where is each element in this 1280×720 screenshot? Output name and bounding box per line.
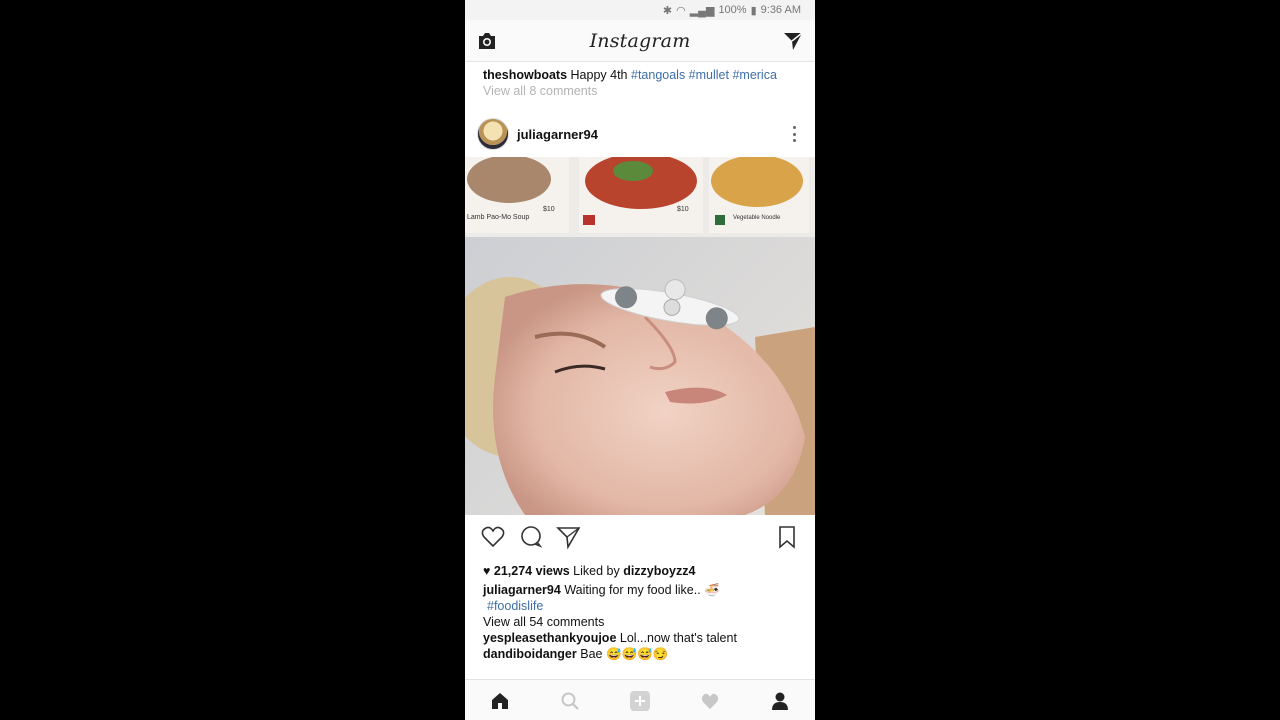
avatar[interactable] [477, 118, 509, 150]
previous-post-hashtags[interactable]: #tangoals #mullet #merica [631, 68, 777, 82]
battery-icon: ▮ [750, 4, 757, 17]
status-bar: ✱ ◠ ▂▄▆ 100% ▮ 9:36 AM [465, 0, 815, 20]
clock: 9:36 AM [760, 4, 801, 16]
comment-icon[interactable] [518, 524, 544, 550]
views-count[interactable]: 21,274 views [494, 564, 570, 578]
post-actions [465, 520, 815, 552]
more-options-icon[interactable] [793, 126, 797, 142]
bookmark-icon[interactable] [774, 524, 800, 550]
post-username[interactable]: juliagarner94 [517, 127, 598, 142]
caption-hashtag-row: #foodislife [487, 599, 807, 613]
caption-username[interactable]: juliagarner94 [483, 583, 561, 597]
view-all-comments[interactable]: View all 54 comments [483, 615, 803, 629]
previous-post-username[interactable]: theshowboats [483, 68, 567, 82]
wifi-icon: ◠ [676, 4, 686, 17]
top-bar: Instagram [465, 20, 815, 62]
camera-icon[interactable] [475, 29, 499, 53]
previous-post-text: Happy 4th [570, 68, 628, 82]
comment-text: Lol...now that's talent [619, 631, 737, 645]
comment-username[interactable]: dandiboidanger [483, 647, 577, 661]
home-icon[interactable] [485, 686, 515, 716]
menu-label: Vegetable Noodle [733, 215, 781, 221]
instagram-logo: Instagram [589, 29, 691, 52]
bottom-nav [465, 679, 815, 720]
search-icon[interactable] [555, 686, 585, 716]
signal-icon: ▂▄▆ [689, 4, 715, 17]
caption-hashtag[interactable]: #foodislife [487, 599, 543, 613]
like-heart-icon[interactable] [480, 524, 506, 550]
views-heart-icon: ♥ [483, 564, 491, 578]
comment-item: dandiboidanger Bae 😅😅😅😏 [483, 647, 803, 662]
profile-icon[interactable] [765, 686, 795, 716]
share-icon[interactable] [556, 524, 582, 550]
post-caption: juliagarner94 Waiting for my food like..… [483, 583, 803, 598]
paper-plane-icon[interactable] [781, 29, 805, 53]
menu-price: $10 [677, 206, 689, 213]
add-icon[interactable] [625, 686, 655, 716]
comment-text: Bae 😅😅😅😏 [580, 647, 669, 661]
caption-emoji: 🍜 [704, 583, 720, 597]
instagram-app: ✱ ◠ ▂▄▆ 100% ▮ 9:36 AM Instagram theshow… [465, 0, 815, 720]
post-header: juliagarner94 [465, 112, 815, 156]
previous-post-view-comments[interactable]: View all 8 comments [483, 84, 597, 98]
liked-by-prefix: Liked by [573, 564, 620, 578]
caption-text: Waiting for my food like.. [564, 583, 701, 597]
heart-icon[interactable] [695, 686, 725, 716]
comment-item: yespleasethankyoujoe Lol...now that's ta… [483, 631, 803, 645]
comment-username[interactable]: yespleasethankyoujoe [483, 631, 616, 645]
menu-price: $10 [543, 206, 555, 213]
post-views-row: ♥ 21,274 views Liked by dizzyboyzz4 [483, 564, 803, 578]
previous-post-caption: theshowboats Happy 4th #tangoals #mullet… [483, 68, 777, 82]
liked-by-user[interactable]: dizzyboyzz4 [623, 564, 695, 578]
post-media[interactable]: Lamb Pao-Mo Soup $10 $10 Vegetable Noodl… [465, 157, 815, 515]
bluetooth-icon: ✱ [662, 4, 673, 17]
menu-label: Lamb Pao-Mo Soup [467, 214, 529, 221]
battery-level: 100% [718, 4, 747, 16]
